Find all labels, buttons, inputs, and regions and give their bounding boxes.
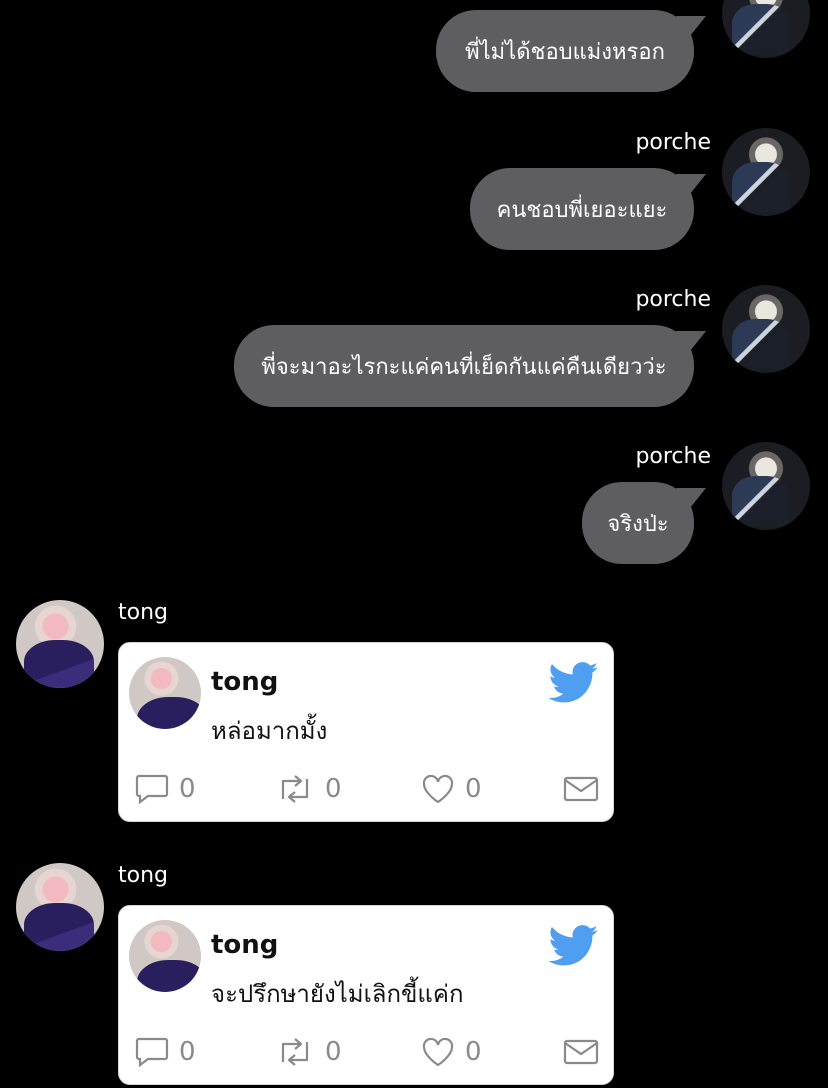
tweet-card[interactable]: tong จะปรึกษายังไม่เลิกขี้แค่ก 0 0 0	[118, 905, 614, 1085]
retweet-count: 0	[325, 1037, 342, 1067]
reply-count: 0	[179, 1037, 196, 1067]
message-bubble[interactable]: จริงป่ะ	[582, 482, 694, 564]
message-bubble[interactable]: พี่จะมาอะไรกะแค่คนที่เย็ดกันแค่คืนเดียวว…	[234, 325, 694, 407]
mail-icon	[563, 776, 599, 802]
twitter-bird-icon	[549, 925, 598, 966]
reply-icon	[135, 774, 169, 805]
reply-icon	[135, 1037, 169, 1068]
retweet-icon	[281, 1038, 309, 1066]
like-count: 0	[465, 1037, 482, 1067]
tweet-author-avatar	[129, 920, 201, 992]
message-text: พี่ไม่ได้ชอบแม่งหรอก	[465, 39, 665, 65]
message-text: คนชอบพี่เยอะแยะ	[496, 197, 668, 223]
sender-name: porche	[635, 130, 711, 155]
avatar[interactable]	[722, 285, 810, 373]
twitter-bird-icon	[549, 662, 598, 703]
retweet-count: 0	[325, 774, 342, 804]
avatar[interactable]	[722, 128, 810, 216]
tweet-author-name: tong	[211, 930, 279, 960]
reply-action[interactable]: 0	[135, 771, 196, 807]
retweet-action[interactable]: 0	[275, 771, 342, 807]
message-text: พี่จะมาอะไรกะแค่คนที่เย็ดกันแค่คืนเดียวว…	[261, 354, 667, 380]
like-count: 0	[465, 774, 482, 804]
message-bubble[interactable]: พี่ไม่ได้ชอบแม่งหรอก	[436, 10, 694, 92]
mail-icon	[563, 1039, 599, 1065]
reply-action[interactable]: 0	[135, 1034, 196, 1070]
retweet-icon	[281, 775, 309, 803]
tweet-text: จะปรึกษายังไม่เลิกขี้แค่ก	[211, 980, 464, 1008]
avatar[interactable]	[16, 863, 104, 951]
sender-name: tong	[118, 863, 168, 888]
avatar[interactable]	[16, 600, 104, 688]
share-action[interactable]	[563, 1034, 599, 1070]
share-action[interactable]	[563, 771, 599, 807]
message-bubble[interactable]: คนชอบพี่เยอะแยะ	[470, 168, 694, 250]
like-action[interactable]: 0	[421, 1034, 482, 1070]
heart-icon	[422, 1037, 454, 1067]
tweet-actions: 0 0 0	[135, 771, 599, 807]
sender-name: porche	[635, 287, 711, 312]
heart-icon	[422, 774, 454, 804]
tweet-card[interactable]: tong หล่อมากมั้ง 0 0 0	[118, 642, 614, 822]
message-text: จริงป่ะ	[607, 511, 669, 537]
tweet-author-avatar	[129, 657, 201, 729]
avatar[interactable]	[722, 0, 810, 58]
avatar[interactable]	[722, 442, 810, 530]
sender-name: porche	[635, 444, 711, 469]
sender-name: tong	[118, 600, 168, 625]
reply-count: 0	[179, 774, 196, 804]
retweet-action[interactable]: 0	[275, 1034, 342, 1070]
tweet-actions: 0 0 0	[135, 1034, 599, 1070]
tweet-author-name: tong	[211, 667, 279, 697]
like-action[interactable]: 0	[421, 771, 482, 807]
tweet-text: หล่อมากมั้ง	[211, 717, 328, 745]
